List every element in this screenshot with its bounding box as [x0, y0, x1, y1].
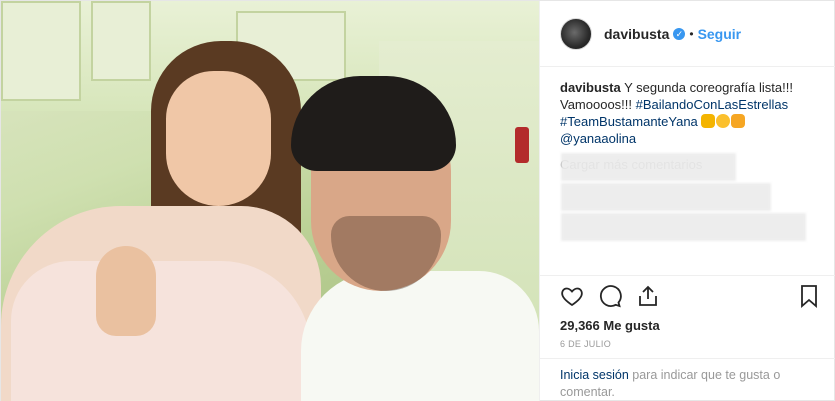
- blurred-comment-block: [561, 213, 806, 241]
- blurred-comment-block: [561, 153, 736, 181]
- photo-peace-sign-hand: [96, 246, 156, 336]
- mention-link[interactable]: @yanaaolina: [560, 131, 636, 146]
- bookmark-icon[interactable]: [797, 284, 821, 308]
- thumbs-up-emoji-icon: [731, 114, 746, 128]
- photo-woman-top: [11, 261, 311, 401]
- heart-icon[interactable]: [560, 284, 584, 308]
- blurred-comment-block: [561, 183, 771, 211]
- share-icon[interactable]: [636, 284, 660, 308]
- photo-garage-door: [1, 1, 81, 101]
- action-icons-row: [540, 276, 835, 316]
- wink-emoji-icon: [716, 114, 731, 128]
- post-photo[interactable]: [1, 1, 539, 401]
- post-caption: davibusta Y segunda coreografía lista!!!…: [560, 79, 820, 147]
- post-date[interactable]: 6 DE JULIO: [540, 333, 835, 349]
- hashtag-link[interactable]: #BailandoConLasEstrellas: [636, 97, 788, 112]
- login-prompt: Inicia sesión para indicar que te gusta …: [540, 358, 835, 401]
- verified-badge-icon: ✓: [673, 27, 686, 40]
- avatar[interactable]: [560, 17, 592, 50]
- photo-fire-extinguisher: [515, 127, 529, 163]
- post-header: davibusta ✓ • Seguir: [540, 1, 835, 67]
- photo-woman-face: [166, 71, 271, 206]
- likes-count[interactable]: 29,366 Me gusta: [540, 316, 835, 333]
- follow-button[interactable]: Seguir: [698, 26, 742, 42]
- photo-man-shirt: [301, 271, 539, 401]
- header-separator: •: [689, 26, 694, 41]
- comment-icon[interactable]: [598, 284, 622, 308]
- muscle-emoji-icon: [701, 114, 716, 128]
- caption-username[interactable]: davibusta: [560, 80, 621, 95]
- header-username[interactable]: davibusta: [604, 26, 669, 42]
- hashtag-link[interactable]: #TeamBustamanteYana: [560, 114, 698, 129]
- post-actions: 29,366 Me gusta 6 DE JULIO: [540, 275, 835, 349]
- login-link[interactable]: Inicia sesión: [560, 368, 629, 382]
- instagram-post: davibusta ✓ • Seguir davibusta Y segunda…: [0, 0, 835, 401]
- photo-garage-door: [91, 1, 151, 81]
